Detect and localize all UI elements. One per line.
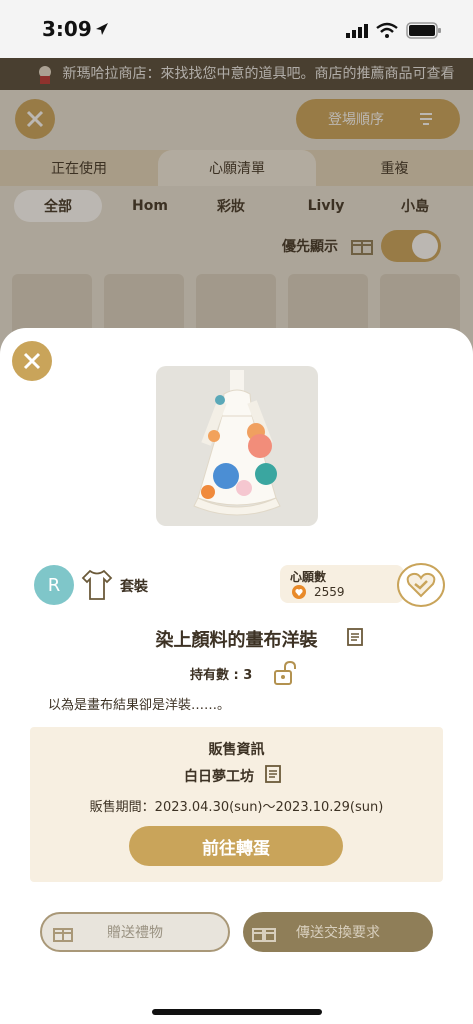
- wifi-icon: [376, 22, 398, 38]
- close-button[interactable]: [12, 341, 52, 381]
- sale-period: 販售期間：2023.04.30(sun)〜2023.10.29(sun): [89, 800, 384, 815]
- unlock-icon[interactable]: [272, 660, 298, 686]
- battery-icon: [406, 22, 441, 39]
- location-arrow-icon: [96, 23, 108, 35]
- close-icon: [23, 352, 41, 370]
- owned-count: 持有數 : 3: [190, 668, 253, 683]
- document-icon[interactable]: [264, 764, 282, 784]
- go-to-gacha-button[interactable]: 前往轉蛋: [129, 826, 343, 866]
- item-image: [156, 366, 318, 526]
- item-name: 染上顏料的畫布洋裝: [155, 630, 318, 651]
- dress-illustration: [193, 370, 281, 516]
- wish-count: 2559: [314, 585, 345, 599]
- trade-icon: [252, 928, 276, 942]
- category-label: 套裝: [120, 579, 148, 595]
- trade-request-button[interactable]: 傳送交換要求: [243, 912, 433, 952]
- status-time: 3:09: [42, 17, 92, 41]
- sale-info-title: 販售資訊: [208, 742, 265, 758]
- gift-icon: [53, 928, 73, 942]
- home-indicator[interactable]: [152, 1009, 322, 1015]
- document-icon[interactable]: [346, 627, 364, 647]
- heart-badge-icon: [292, 585, 306, 599]
- item-description: 以為是畫布結果卻是洋裝……。: [48, 698, 231, 713]
- heart-check-icon: [406, 572, 436, 598]
- rarity-badge: R: [34, 565, 74, 605]
- wishlist-heart-button[interactable]: [397, 563, 445, 607]
- outfit-category-icon: [81, 569, 113, 600]
- wish-label: 心願數: [290, 570, 327, 584]
- signal-icon: [346, 24, 368, 38]
- send-gift-button[interactable]: 贈送禮物: [40, 912, 230, 952]
- shop-name: 白日夢工坊: [184, 769, 254, 785]
